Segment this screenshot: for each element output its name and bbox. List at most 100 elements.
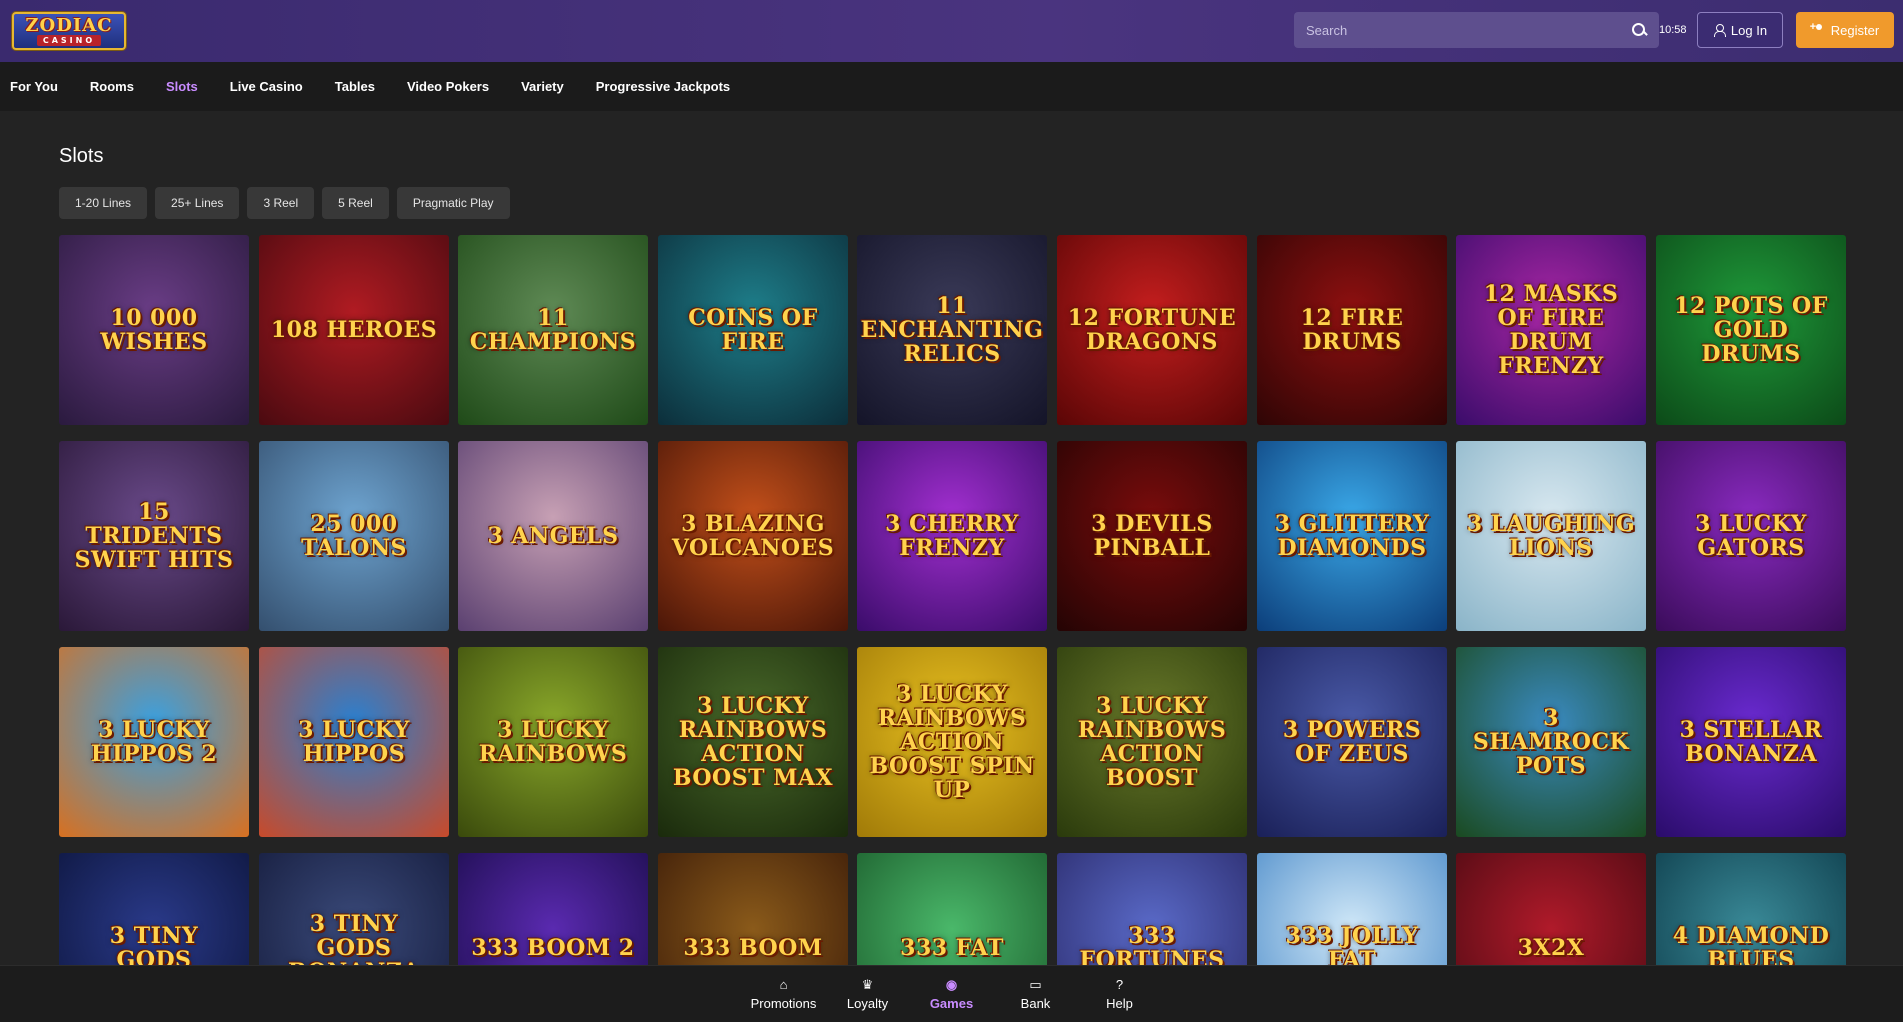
bottom-nav-label: Bank [1020, 995, 1051, 1011]
game-tile[interactable]: 10 000 Wishes [59, 235, 249, 425]
game-tile[interactable]: 12 Masks of Fire Drum Frenzy [1456, 235, 1646, 425]
nav-item-progressive-jackpots[interactable]: Progressive Jackpots [596, 79, 730, 94]
game-title: 3 Tiny Gods Bonanza [288, 911, 420, 965]
nav-item-for-you[interactable]: For You [10, 79, 58, 94]
filter-chip[interactable]: 3 Reel [247, 187, 315, 219]
game-tile[interactable]: 3 Lucky Hippos 2 [59, 647, 249, 837]
filter-chip[interactable]: 1-20 Lines [59, 187, 148, 219]
nav-item-variety[interactable]: Variety [521, 79, 564, 94]
game-tile[interactable]: 25 000 Talons [259, 441, 449, 631]
game-title: 3 Lucky Hippos [298, 717, 410, 767]
game-title: 3 Lucky Gators [1695, 511, 1807, 561]
game-tile[interactable]: 3 Cherry Frenzy [857, 441, 1047, 631]
game-title: 3 Cherry Frenzy [885, 511, 1019, 561]
game-tile[interactable]: 3 Tiny Gods [59, 853, 249, 965]
game-tile[interactable]: 333 Fat [857, 853, 1047, 965]
game-title: 333 Boom [683, 935, 823, 961]
filter-chip[interactable]: 25+ Lines [155, 187, 240, 219]
nav-item-tables[interactable]: Tables [335, 79, 375, 94]
game-tile[interactable]: 333 Fortunes [1057, 853, 1247, 965]
game-tile[interactable]: Coins of Fire [658, 235, 848, 425]
game-tile[interactable]: 3 Shamrock Pots [1456, 647, 1646, 837]
game-tile[interactable]: 333 Boom [658, 853, 848, 965]
bottom-nav-games[interactable]: ◉ Games [910, 966, 994, 1022]
zodiac-casino-logo[interactable]: ZODIAC CASINO [12, 12, 126, 50]
game-title: 3 Shamrock Pots [1472, 705, 1630, 779]
bottom-nav-help[interactable]: ? Help [1078, 966, 1162, 1022]
bottom-nav-label: Loyalty [846, 995, 889, 1011]
nav-item-video-pokers[interactable]: Video Pokers [407, 79, 489, 94]
login-button[interactable]: Log In [1697, 12, 1783, 48]
game-tile[interactable]: 3 Glittery Diamonds [1257, 441, 1447, 631]
game-title: 3 Devils Pinball [1091, 511, 1213, 561]
bottom-nav-loyalty[interactable]: ♛ Loyalty [826, 966, 910, 1022]
game-tile[interactable]: 3 Devils Pinball [1057, 441, 1247, 631]
game-tile[interactable]: 4 Diamond Blues [1656, 853, 1846, 965]
game-tile[interactable]: 12 Pots of Gold Drums [1656, 235, 1846, 425]
bottom-nav: ⌂ Promotions ♛ Loyalty ◉ Games ▭ Bank? Help [0, 965, 1903, 1022]
game-tile[interactable]: 3 Tiny Gods Bonanza [259, 853, 449, 965]
game-tile[interactable]: 333 Boom 2 [458, 853, 648, 965]
game-title: 108 Heroes [270, 317, 438, 343]
search-icon[interactable] [1631, 22, 1647, 38]
game-title: 3 Blazing Volcanoes [671, 511, 835, 561]
search-input[interactable] [1306, 22, 1631, 38]
game-title: 12 Masks of Fire Drum Frenzy [1483, 281, 1619, 379]
game-tile[interactable]: 3 Laughing Lions [1456, 441, 1646, 631]
nav-item-live-casino[interactable]: Live Casino [230, 79, 303, 94]
game-tile[interactable]: 3 Lucky Rainbows Action Boost Max [658, 647, 848, 837]
game-tile[interactable]: 3 Stellar Bonanza [1656, 647, 1846, 837]
register-label: Register [1830, 22, 1880, 38]
search-box [1294, 12, 1659, 48]
game-tile[interactable]: 333 Jolly Fat [1257, 853, 1447, 965]
user-icon [1713, 24, 1726, 37]
filter-chips: 1-20 Lines 25+ Lines 3 Reel 5 Reel Pragm… [59, 187, 1903, 219]
game-title: 11 Champions [469, 305, 637, 355]
game-title: 12 Pots of Gold Drums [1674, 293, 1828, 367]
game-tile[interactable]: 3 Angels [458, 441, 648, 631]
game-title: 12 Fortune Dragons [1067, 305, 1237, 355]
filter-chip[interactable]: 5 Reel [322, 187, 389, 219]
game-tile[interactable]: 15 Tridents Swift Hits [59, 441, 249, 631]
main-content: Slots 1-20 Lines 25+ Lines 3 Reel 5 Reel… [0, 145, 1903, 219]
game-tile[interactable]: 3 Lucky Rainbows Action Boost Spin Up [857, 647, 1047, 837]
game-tile[interactable]: 12 Fire Drums [1257, 235, 1447, 425]
game-tile[interactable]: 11 Enchanting Relics [857, 235, 1047, 425]
game-tile[interactable]: 3 Blazing Volcanoes [658, 441, 848, 631]
game-title: 333 Fat [900, 935, 1004, 961]
game-tile[interactable]: 11 Champions [458, 235, 648, 425]
bottom-nav-label: Help [1106, 995, 1133, 1011]
page-title: Slots [59, 145, 104, 167]
game-title: 3 Glittery Diamonds [1274, 511, 1430, 561]
game-tile[interactable]: 3 Lucky Hippos [259, 647, 449, 837]
game-title: 333 Jolly Fat [1285, 923, 1419, 965]
game-tile[interactable]: 3 Lucky Rainbows Action Boost [1057, 647, 1247, 837]
nav-item-slots[interactable]: Slots [166, 79, 198, 94]
game-tile[interactable]: 108 Heroes [259, 235, 449, 425]
game-title: 333 Fortunes [1079, 923, 1225, 965]
filter-chip[interactable]: Pragmatic Play [396, 187, 510, 219]
game-tile[interactable]: 3 Lucky Gators [1656, 441, 1846, 631]
game-title: 3 Lucky Rainbows Action Boost Spin Up [869, 681, 1035, 803]
game-title: 12 Fire Drums [1300, 305, 1404, 355]
logo-subtext: CASINO [36, 34, 102, 46]
login-label: Log In [1730, 22, 1768, 38]
register-button[interactable]: Register [1796, 12, 1894, 48]
game-tile[interactable]: 3 Lucky Rainbows [458, 647, 648, 837]
game-title: 3 Tiny Gods [109, 923, 199, 965]
help-icon: ? [1115, 976, 1124, 992]
bottom-nav-bank[interactable]: ▭ Bank [994, 966, 1078, 1022]
bottom-nav-promotions[interactable]: ⌂ Promotions [742, 966, 826, 1022]
game-title: Coins of Fire [688, 305, 818, 355]
crown-icon: ♛ [861, 976, 874, 992]
game-title: 3 Angels [487, 523, 619, 549]
game-tile[interactable]: 3x2x [1456, 853, 1646, 965]
game-tile[interactable]: 12 Fortune Dragons [1057, 235, 1247, 425]
nav-item-rooms[interactable]: Rooms [90, 79, 134, 94]
game-title: 15 Tridents Swift Hits [74, 499, 234, 573]
game-title: 25 000 Talons [301, 511, 407, 561]
home-icon: ⌂ [779, 976, 788, 992]
game-tile[interactable]: 3 Powers of Zeus [1257, 647, 1447, 837]
game-title: 10 000 Wishes [100, 305, 208, 355]
game-title: 3 Lucky Rainbows [478, 717, 628, 767]
